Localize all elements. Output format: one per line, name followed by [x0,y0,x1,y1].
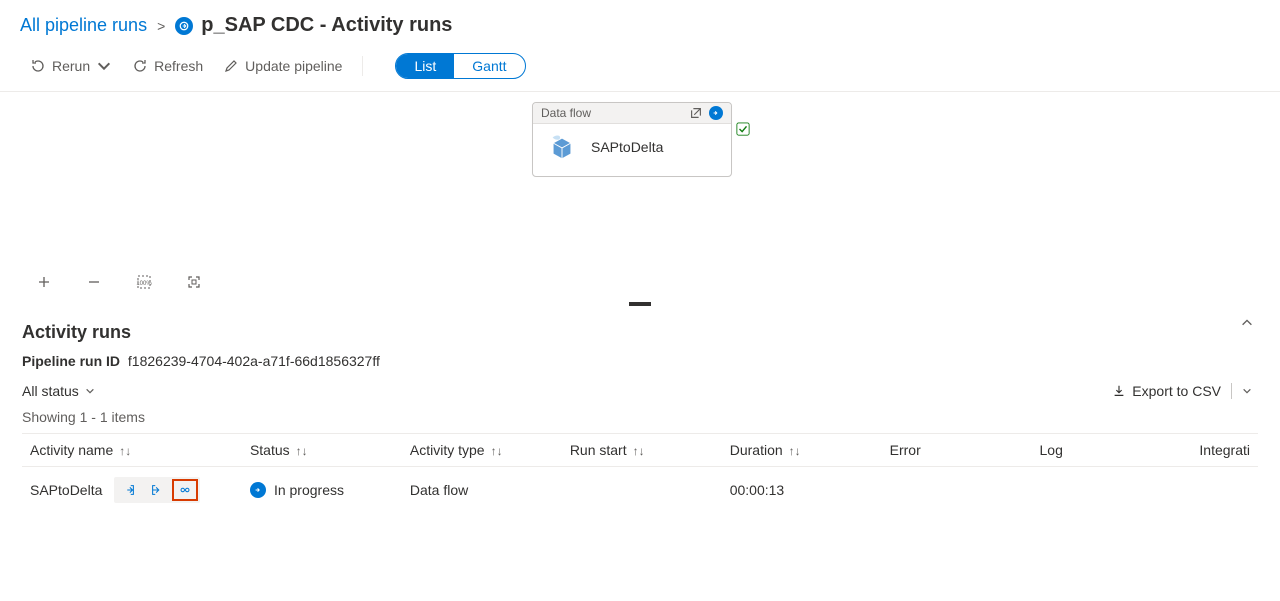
details-panel: Activity runs Pipeline run ID f1826239-4… [0,302,1280,513]
sort-icon: ↑↓ [633,444,645,458]
cell-activity-name: SAPtoDelta [30,482,102,498]
svg-text:100%: 100% [136,281,152,287]
in-progress-icon [250,482,266,498]
activity-node-name: SAPtoDelta [591,139,663,155]
sort-icon: ↑↓ [119,444,131,458]
col-status[interactable]: Status↑↓ [242,434,402,467]
export-csv-label: Export to CSV [1132,383,1221,399]
toolbar: Rerun Refresh Update pipeline List Gantt [0,47,1280,92]
canvas-toolbar: 100% [34,272,204,292]
zoom-in-button[interactable] [34,272,54,292]
open-external-icon[interactable] [689,106,703,120]
view-list-tab[interactable]: List [396,54,454,78]
toolbar-divider [362,56,363,76]
run-status-icon[interactable] [709,106,723,120]
col-activity-type[interactable]: Activity type↑↓ [402,434,562,467]
sort-icon: ↑↓ [296,444,308,458]
cell-run-start [562,467,722,514]
status-filter-label: All status [22,383,79,399]
zoom-fit-button[interactable]: 100% [134,272,154,292]
output-details-button[interactable] [144,479,170,501]
pipeline-canvas[interactable]: Data flow SAPtoDelta [0,92,1280,302]
input-details-button[interactable] [116,479,142,501]
update-pipeline-button[interactable]: Update pipeline [223,58,342,74]
sort-icon: ↑↓ [789,444,801,458]
col-error[interactable]: Error [882,434,1032,467]
table-row[interactable]: SAPtoDelta [22,467,1258,514]
refresh-icon [132,58,148,74]
dataflow-icon [547,132,577,162]
cell-activity-type: Data flow [402,467,562,514]
rerun-icon [30,58,46,74]
breadcrumb: All pipeline runs > p_SAP CDC - Activity… [0,8,1280,47]
section-heading: Activity runs [22,322,1258,343]
details-glasses-button[interactable] [172,479,198,501]
run-id-row: Pipeline run ID f1826239-4704-402a-a71f-… [22,353,1258,369]
row-actions [114,477,200,503]
items-count: Showing 1 - 1 items [22,409,1258,425]
rerun-button[interactable]: Rerun [30,58,112,74]
chevron-down-icon [96,58,112,74]
cell-log [1032,467,1192,514]
export-csv-more-button[interactable] [1231,383,1258,399]
view-gantt-tab[interactable]: Gantt [454,54,524,78]
col-activity-name[interactable]: Activity name↑↓ [22,434,242,467]
zoom-out-button[interactable] [84,272,104,292]
success-check-icon [736,122,750,136]
pencil-icon [223,58,239,74]
cell-error [882,467,1032,514]
cell-status: In progress [274,482,344,498]
activity-runs-table: Activity name↑↓ Status↑↓ Activity type↑↓… [22,433,1258,513]
sort-icon: ↑↓ [491,444,503,458]
chevron-down-icon [1242,386,1252,396]
view-toggle: List Gantt [395,53,525,79]
col-duration[interactable]: Duration↑↓ [722,434,882,467]
col-run-start[interactable]: Run start↑↓ [562,434,722,467]
activity-node-type: Data flow [541,106,591,120]
collapse-panel-button[interactable] [1240,316,1254,333]
cell-duration: 00:00:13 [722,467,882,514]
activity-node-body: SAPtoDelta [533,124,731,176]
breadcrumb-current: p_SAP CDC - Activity runs [175,14,452,37]
run-id-label: Pipeline run ID [22,353,120,369]
export-csv-button[interactable]: Export to CSV [1102,383,1231,399]
breadcrumb-separator: > [157,18,165,34]
pipeline-icon [175,17,193,35]
refresh-button[interactable]: Refresh [132,58,203,74]
fullscreen-button[interactable] [184,272,204,292]
activity-node[interactable]: Data flow SAPtoDelta [532,102,732,177]
col-integration[interactable]: Integrati [1191,434,1258,467]
export-group: Export to CSV [1102,383,1258,399]
col-log[interactable]: Log [1032,434,1192,467]
page-title: p_SAP CDC - Activity runs [201,14,452,37]
rerun-label: Rerun [52,58,90,74]
breadcrumb-root-link[interactable]: All pipeline runs [20,15,147,36]
activity-node-header: Data flow [533,103,731,124]
cell-integration [1191,467,1258,514]
download-icon [1112,384,1126,398]
run-id-value: f1826239-4704-402a-a71f-66d1856327ff [128,353,380,369]
refresh-label: Refresh [154,58,203,74]
chevron-down-icon [85,386,95,396]
update-pipeline-label: Update pipeline [245,58,342,74]
status-filter-dropdown[interactable]: All status [22,383,95,399]
